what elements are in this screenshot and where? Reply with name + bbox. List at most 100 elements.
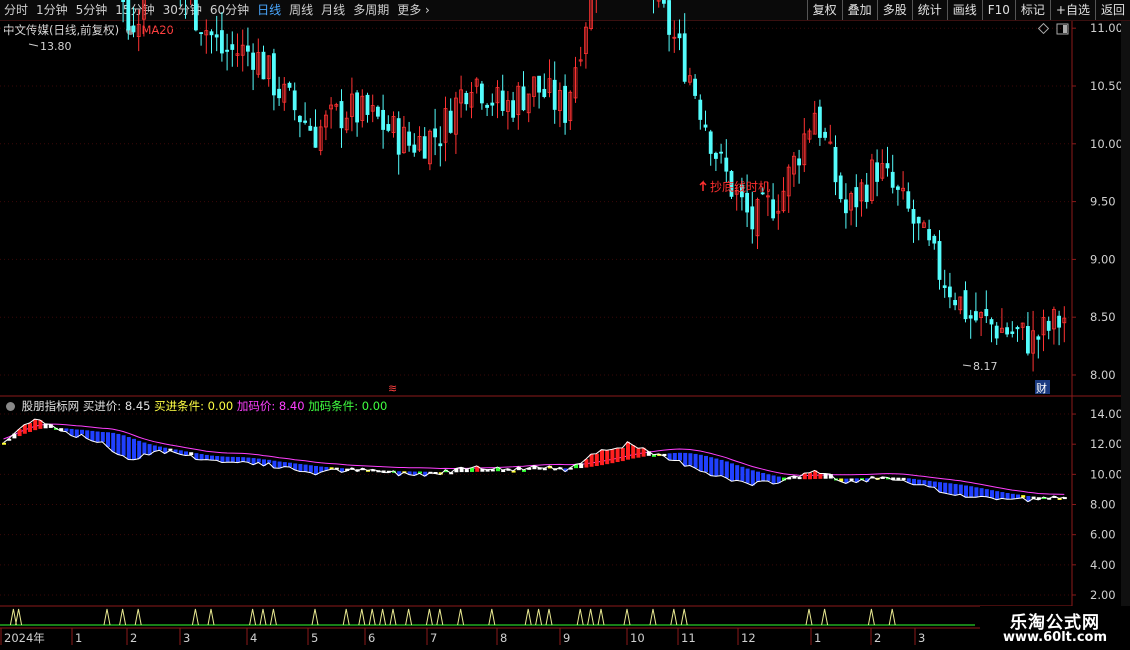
sub-bar — [594, 453, 599, 466]
sub-bar — [766, 474, 771, 482]
sub-price-line — [3, 418, 1065, 503]
candle-body — [552, 79, 557, 110]
x-label-15: 3 — [918, 631, 925, 645]
candle-body — [339, 101, 344, 129]
signal-triangle — [405, 608, 413, 626]
candle-body — [381, 109, 386, 130]
sub-bar — [43, 423, 48, 429]
candle-body — [932, 235, 937, 244]
candle-body — [365, 94, 370, 115]
price-chart-area[interactable]: 13.5013.0012.5012.0011.5011.0010.5010.00… — [0, 0, 1130, 650]
sub-y-label-0: 14.00 — [1090, 407, 1123, 421]
sub-bar — [958, 484, 963, 495]
candle-body — [1010, 331, 1015, 334]
candle-body — [485, 104, 490, 108]
high-price-label: 13.80 — [40, 40, 72, 53]
sub-bar — [948, 483, 953, 495]
sub-bar — [678, 452, 682, 461]
sub-bar — [1000, 492, 1005, 499]
candle-body — [833, 146, 838, 183]
signal-triangle — [805, 608, 813, 626]
candle-body — [225, 49, 230, 52]
x-label-7: 7 — [430, 631, 437, 645]
candle-body — [927, 229, 931, 241]
candle-body — [875, 162, 879, 182]
candle-body — [963, 290, 968, 320]
candle-body — [277, 88, 282, 99]
sub-bar — [932, 481, 937, 488]
sub-bar — [308, 465, 313, 473]
candle-body — [537, 75, 541, 93]
signal-triangle — [576, 608, 584, 626]
signal-triangle — [259, 608, 267, 626]
candle-body — [542, 88, 547, 97]
candle-body — [511, 100, 516, 118]
candle-body — [662, 0, 666, 4]
sub-bar — [771, 475, 776, 485]
candle-body — [448, 110, 453, 133]
signal-triangle — [545, 608, 553, 626]
candle-body — [984, 309, 989, 317]
candle-body — [1057, 315, 1061, 328]
candle-body — [911, 209, 916, 224]
signal-triangle — [379, 608, 387, 626]
candle-body — [490, 102, 495, 106]
signal-arrow-icon — [699, 180, 707, 191]
candle-body — [942, 285, 947, 288]
x-label-14: 2 — [874, 631, 881, 645]
signal-triangle — [888, 608, 896, 626]
candle-body — [864, 184, 869, 202]
sub-y-label-3: 8.00 — [1090, 498, 1116, 512]
sub-y-label-2: 10.00 — [1090, 467, 1123, 481]
sub-bar — [464, 469, 469, 473]
candle-body — [355, 92, 360, 123]
main-y-label-8: 9.50 — [1090, 195, 1116, 209]
candle-body — [1046, 320, 1051, 331]
sub-bar — [693, 453, 698, 469]
sub-bar — [740, 466, 745, 482]
candle-body — [464, 92, 469, 105]
sub-bar — [303, 464, 308, 472]
signal-triangle — [597, 608, 605, 626]
candle-body — [745, 192, 749, 213]
signal-triangle — [15, 608, 23, 626]
x-label-2: 2 — [130, 631, 137, 645]
signal-triangle — [587, 608, 595, 626]
sub-bar — [605, 450, 610, 465]
candle-body — [838, 175, 843, 200]
signal-triangle — [207, 608, 215, 626]
sub-bar — [917, 479, 922, 485]
sub-bar — [735, 465, 740, 481]
candle-body — [563, 85, 567, 123]
candle-body — [261, 51, 266, 80]
candle-body — [438, 143, 443, 147]
signal-label: 抄底线时机 — [710, 179, 770, 194]
event-marker: ≋ — [388, 382, 397, 395]
signal-triangle — [821, 608, 829, 626]
candle-body — [948, 286, 952, 298]
sub-bar — [95, 431, 100, 443]
sub-bar — [137, 440, 142, 459]
main-y-label-9: 9.00 — [1090, 252, 1116, 266]
sub-bar — [121, 435, 126, 456]
watermark: 乐淘公式网 www.60lt.com — [980, 606, 1130, 650]
sub-y-label-1: 12.00 — [1090, 437, 1123, 451]
signal-triangle — [649, 608, 657, 626]
sub-bar — [626, 441, 630, 460]
sub-bar — [756, 471, 760, 482]
main-y-label-10: 8.50 — [1090, 310, 1116, 324]
candle-body — [771, 199, 775, 219]
sub-bar — [688, 453, 693, 466]
sub-bar — [761, 472, 766, 481]
candle-body — [896, 186, 900, 190]
sub-bar — [600, 449, 604, 466]
signal-triangle — [269, 608, 277, 626]
sub-bar — [100, 432, 105, 442]
sub-bar — [28, 423, 32, 432]
signal-triangle — [680, 608, 688, 626]
candle-body — [693, 78, 697, 96]
main-y-label-11: 8.00 — [1090, 368, 1116, 382]
signal-triangle — [342, 608, 350, 626]
sub-bar — [823, 473, 828, 479]
sub-bar — [230, 456, 235, 463]
